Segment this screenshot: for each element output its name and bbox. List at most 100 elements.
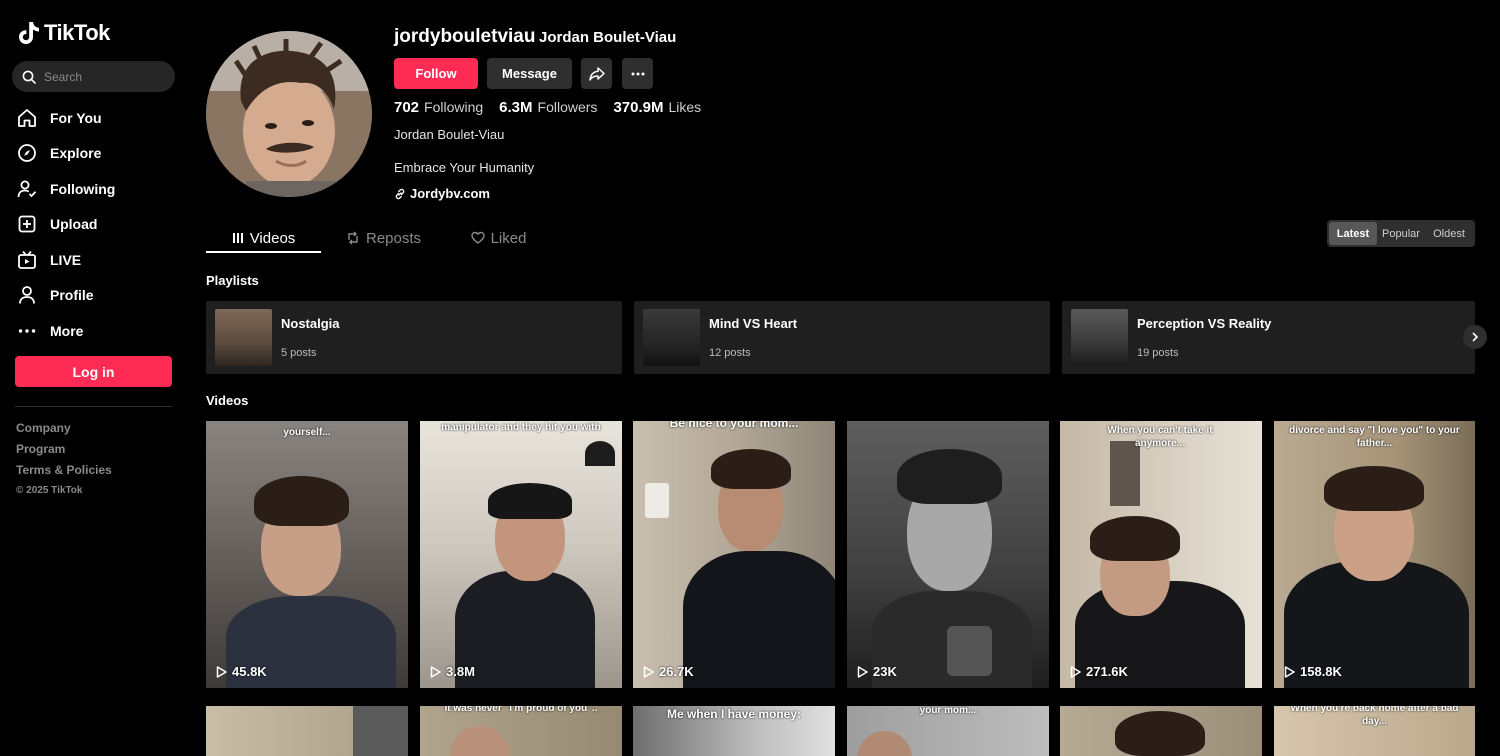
nav-more[interactable]: More (16, 313, 176, 349)
video-caption: When you're back home after a bad day... (1290, 706, 1459, 727)
video-figure (254, 476, 349, 526)
nav-label: Upload (50, 216, 98, 233)
following-stat[interactable]: 702 Following (394, 99, 483, 116)
playlist-thumbnail (1071, 309, 1128, 366)
playlist-card[interactable]: Perception VS Reality 19 posts (1062, 301, 1475, 374)
tab-reposts[interactable]: Reposts (321, 222, 446, 254)
videos-heading: Videos (206, 393, 249, 408)
bio-name: Jordan Boulet-Viau (394, 127, 505, 142)
login-button[interactable]: Log in (15, 356, 172, 387)
likes-label: Likes (668, 99, 702, 115)
nav-label: LIVE (50, 251, 82, 268)
video-thumbnail[interactable]: 23K (847, 421, 1049, 688)
video-lamp (585, 441, 615, 466)
video-figure (897, 449, 1002, 504)
tab-videos[interactable]: Videos (206, 222, 321, 254)
playlist-thumbnail (643, 309, 700, 366)
followers-stat[interactable]: 6.3M Followers (499, 99, 597, 116)
video-caption: When you can't take it anymore... (1107, 425, 1213, 449)
nav-profile[interactable]: Profile (16, 278, 176, 314)
playlist-card[interactable]: Nostalgia 5 posts (206, 301, 622, 374)
footer-link-terms[interactable]: Terms & Policies (16, 462, 112, 483)
compass-icon (16, 142, 38, 164)
video-figure (857, 731, 912, 756)
profile-link-text: Jordybv.com (410, 186, 490, 201)
playlist-next-button[interactable] (1463, 325, 1487, 349)
video-view-count: 23K (873, 664, 897, 679)
link-icon (395, 188, 405, 199)
live-icon (16, 249, 38, 271)
video-views: 3.8M (430, 664, 475, 679)
search-bar[interactable] (12, 61, 175, 92)
play-icon (857, 665, 868, 678)
message-button[interactable]: Message (487, 58, 572, 89)
nav-for-you[interactable]: For You (16, 100, 176, 136)
footer-link-program[interactable]: Program (16, 441, 112, 462)
video-thumbnail[interactable] (1060, 706, 1262, 756)
video-thumbnail[interactable]: When you're back home after a bad day... (1274, 706, 1475, 756)
video-views: 45.8K (216, 664, 267, 679)
chevron-right-icon (1472, 332, 1479, 342)
video-thumbnail[interactable]: It was never "I'm proud of you".. (420, 706, 622, 756)
sort-oldest-button[interactable]: Oldest (1425, 222, 1473, 245)
follow-button[interactable]: Follow (394, 58, 478, 89)
video-thumbnail[interactable] (206, 706, 408, 756)
video-caption: Be nice to your mom... (669, 421, 799, 430)
video-thumbnail[interactable]: yourself... 45.8K (206, 421, 408, 688)
share-button[interactable] (581, 58, 612, 89)
video-thumbnail[interactable]: your mom... (847, 706, 1049, 756)
video-caption: your mom... (919, 706, 977, 716)
nav-label: Following (50, 180, 116, 197)
video-caption: manipulator and they hit you with (441, 422, 601, 433)
footer-link-company[interactable]: Company (16, 420, 112, 441)
search-input[interactable] (44, 69, 154, 84)
video-views: 26.7K (643, 664, 694, 679)
video-frame (1110, 441, 1140, 506)
play-icon (1284, 665, 1295, 678)
sidebar: TikTok For You Explore Following Upload … (0, 0, 190, 756)
video-caption: It was never "I'm proud of you".. (444, 706, 598, 714)
sort-popular-button[interactable]: Popular (1377, 222, 1425, 245)
repost-icon (348, 231, 358, 245)
video-figure (450, 726, 510, 756)
video-figure (1090, 516, 1180, 561)
avatar-photo (206, 31, 372, 197)
nav-upload[interactable]: Upload (16, 207, 176, 243)
sidebar-divider (15, 406, 172, 407)
video-figure (683, 551, 835, 688)
nav-following[interactable]: Following (16, 171, 176, 207)
following-count: 702 (394, 99, 420, 116)
video-view-count: 45.8K (232, 664, 267, 679)
tab-liked[interactable]: Liked (446, 222, 551, 254)
video-cap-hat (488, 483, 572, 519)
playlist-count: 5 posts (281, 347, 317, 359)
active-tab-indicator (206, 251, 321, 253)
video-figure (711, 449, 791, 489)
profile-icon (16, 284, 38, 306)
likes-stat: 370.9M Likes (613, 99, 701, 116)
video-view-count: 3.8M (446, 664, 475, 679)
likes-count: 370.9M (613, 99, 664, 116)
more-options-button[interactable] (622, 58, 653, 89)
playlists-heading: Playlists (206, 273, 259, 288)
followers-label: Followers (537, 99, 598, 115)
video-thumbnail[interactable]: Me when I have money: (633, 706, 835, 756)
video-caption: divorce and say "I love you" to your fat… (1289, 425, 1460, 449)
tab-label: Reposts (365, 229, 422, 247)
video-thumbnail[interactable]: Be nice to your mom... 26.7K (633, 421, 835, 688)
nav-live[interactable]: LIVE (16, 242, 176, 278)
playlist-card[interactable]: Mind VS Heart 12 posts (634, 301, 1050, 374)
copyright: © 2025 TikTok (16, 485, 83, 496)
video-thumbnail[interactable]: manipulator and they hit you with 3.8M (420, 421, 622, 688)
nav-explore[interactable]: Explore (16, 136, 176, 172)
video-views: 23K (857, 664, 897, 679)
profile-link[interactable]: Jordybv.com (394, 186, 490, 201)
tiktok-logo[interactable]: TikTok (18, 20, 110, 46)
video-thumbnail[interactable]: When you can't take it anymore... 271.6K (1060, 421, 1262, 688)
bio-text: Embrace Your Humanity (394, 160, 535, 175)
video-figure (1115, 711, 1205, 756)
sort-latest-button[interactable]: Latest (1329, 222, 1377, 245)
upload-icon (16, 213, 38, 235)
video-thumbnail[interactable]: divorce and say "I love you" to your fat… (1274, 421, 1475, 688)
profile-stats: 702 Following 6.3M Followers 370.9M Likes (394, 99, 701, 116)
